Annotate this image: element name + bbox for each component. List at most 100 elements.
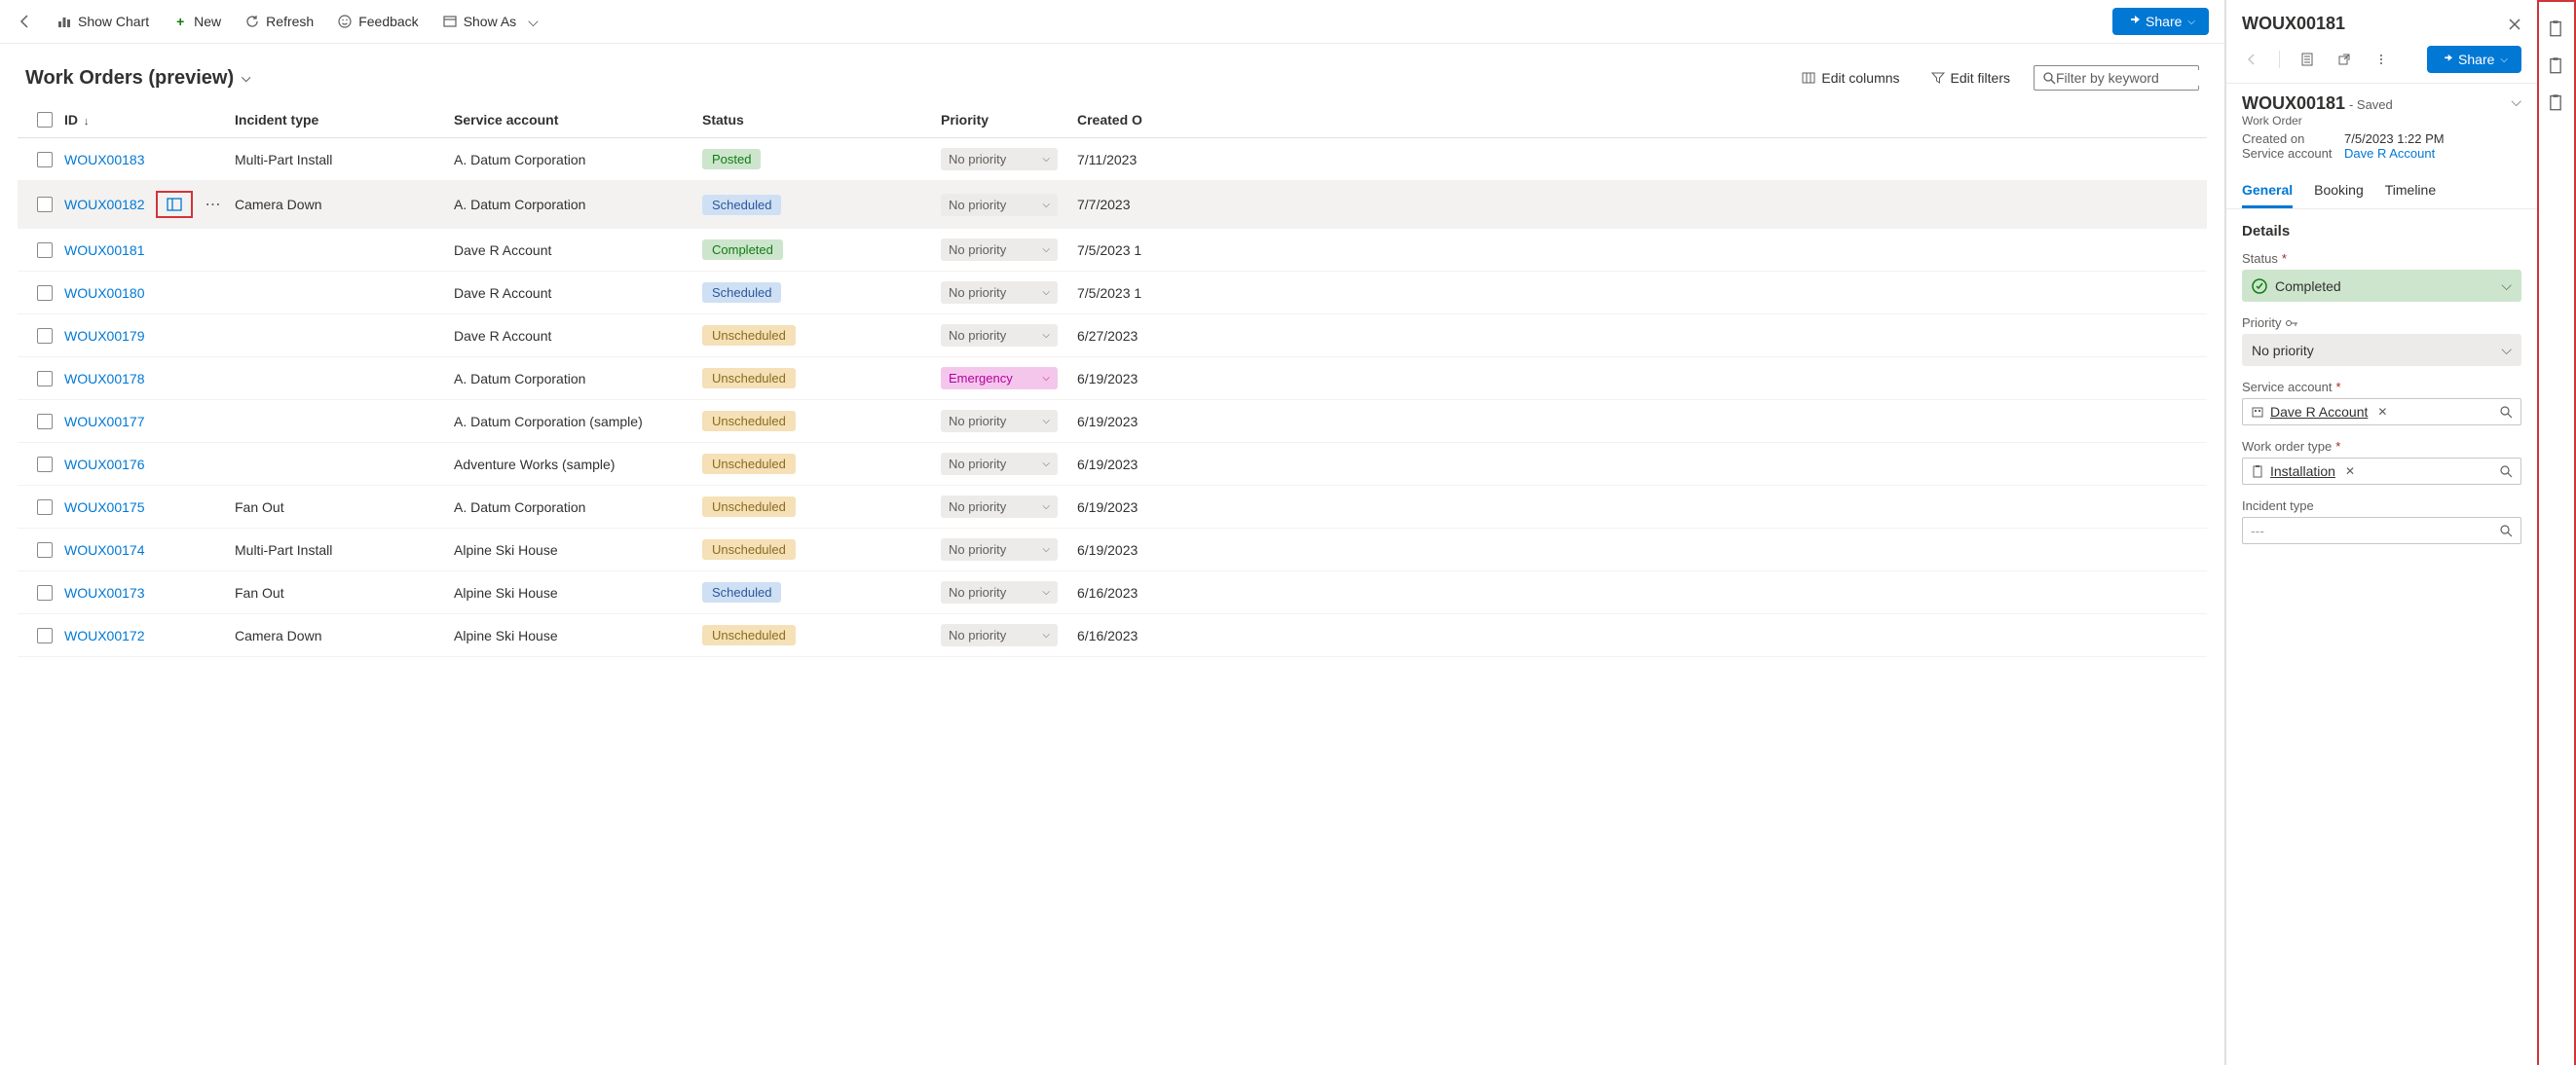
collapse-summary-button[interactable]: ⌵ — [2511, 93, 2521, 128]
refresh-button[interactable]: Refresh — [243, 10, 316, 33]
work-order-link[interactable]: WOUX00178 — [64, 371, 144, 386]
work-order-link[interactable]: WOUX00177 — [64, 414, 144, 429]
incident-type-field[interactable]: --- — [2242, 517, 2521, 544]
work-order-link[interactable]: WOUX00180 — [64, 285, 144, 301]
tab-booking[interactable]: Booking — [2314, 182, 2364, 208]
column-header-status[interactable]: Status — [702, 112, 941, 128]
work-order-link[interactable]: WOUX00183 — [64, 152, 144, 167]
column-header-created[interactable]: Created O — [1077, 112, 1145, 128]
lookup-search-icon[interactable] — [2499, 405, 2513, 419]
summary-svc-acct-link[interactable]: Dave R Account — [2344, 146, 2435, 161]
row-checkbox[interactable] — [37, 285, 53, 301]
clipboard-icon[interactable] — [2547, 56, 2566, 76]
feedback-button[interactable]: Feedback — [335, 10, 420, 33]
remove-lookup-button[interactable]: ✕ — [2345, 464, 2355, 478]
priority-select[interactable]: No priority⌵ — [941, 538, 1058, 561]
edit-filters-button[interactable]: Edit filters — [1923, 66, 2018, 90]
priority-select[interactable]: No priority⌵ — [941, 581, 1058, 604]
service-account-field[interactable]: Dave R Account ✕ — [2242, 398, 2521, 425]
row-checkbox[interactable] — [37, 457, 53, 472]
table-row[interactable]: WOUX00177A. Datum Corporation (sample)Un… — [18, 400, 2207, 443]
open-record-button[interactable] — [2297, 50, 2317, 69]
work-order-link[interactable]: WOUX00179 — [64, 328, 144, 344]
table-row[interactable]: WOUX00174Multi-Part InstallAlpine Ski Ho… — [18, 529, 2207, 571]
table-row[interactable]: WOUX00181Dave R AccountCompletedNo prior… — [18, 229, 2207, 272]
row-checkbox[interactable] — [37, 328, 53, 344]
edit-columns-button[interactable]: Edit columns — [1794, 66, 1907, 90]
filter-input[interactable] — [2056, 70, 2224, 86]
share-icon — [2441, 54, 2452, 65]
table-row[interactable]: WOUX00183Multi-Part InstallA. Datum Corp… — [18, 138, 2207, 181]
row-checkbox[interactable] — [37, 585, 53, 601]
share-button[interactable]: Share ⌵ — [2112, 8, 2209, 35]
table-row[interactable]: WOUX00180Dave R AccountScheduledNo prior… — [18, 272, 2207, 314]
row-checkbox[interactable] — [37, 628, 53, 643]
chevron-down-icon: ⌵ — [1042, 630, 1050, 641]
table-row[interactable]: WOUX00172Camera DownAlpine Ski HouseUnsc… — [18, 614, 2207, 657]
priority-select[interactable]: No priority⌵ — [941, 453, 1058, 475]
table-row[interactable]: WOUX00175Fan OutA. Datum CorporationUnsc… — [18, 486, 2207, 529]
filter-input-wrapper[interactable] — [2034, 65, 2199, 91]
close-icon — [2508, 18, 2521, 31]
row-checkbox[interactable] — [37, 414, 53, 429]
work-order-type-field[interactable]: Installation ✕ — [2242, 458, 2521, 485]
work-order-link[interactable]: WOUX00181 — [64, 242, 144, 258]
lookup-search-icon[interactable] — [2499, 524, 2513, 537]
table-row[interactable]: WOUX00176Adventure Works (sample)Unsched… — [18, 443, 2207, 486]
back-button[interactable] — [16, 12, 35, 31]
popout-button[interactable] — [2334, 50, 2354, 69]
row-checkbox[interactable] — [37, 152, 53, 167]
priority-select[interactable]: Emergency⌵ — [941, 367, 1058, 389]
tab-general[interactable]: General — [2242, 182, 2293, 208]
table-row[interactable]: WOUX00178A. Datum CorporationUnscheduled… — [18, 357, 2207, 400]
clipboard-icon[interactable] — [2547, 93, 2566, 113]
priority-select[interactable]: No priority⌵ — [941, 410, 1058, 432]
priority-select[interactable]: No priority⌵ — [941, 624, 1058, 646]
row-checkbox[interactable] — [37, 242, 53, 258]
table-row[interactable]: WOUX00179Dave R AccountUnscheduledNo pri… — [18, 314, 2207, 357]
row-checkbox[interactable] — [37, 542, 53, 558]
work-order-link[interactable]: WOUX00175 — [64, 499, 144, 515]
row-checkbox[interactable] — [37, 371, 53, 386]
table-row[interactable]: WOUX00173Fan OutAlpine Ski HouseSchedule… — [18, 571, 2207, 614]
work-order-link[interactable]: WOUX00173 — [64, 585, 144, 601]
table-row[interactable]: WOUX00182⋯Camera DownA. Datum Corporatio… — [18, 181, 2207, 229]
priority-select[interactable]: No priority⌵ — [941, 281, 1058, 304]
incident-field-label: Incident type — [2242, 498, 2314, 513]
priority-select[interactable]: No priority⌵ — [941, 324, 1058, 347]
side-share-button[interactable]: Share ⌵ — [2427, 46, 2521, 73]
work-order-link[interactable]: WOUX00176 — [64, 457, 144, 472]
clipboard-icon[interactable] — [2547, 19, 2566, 39]
priority-field-label: Priority — [2242, 315, 2281, 330]
work-order-link[interactable]: WOUX00174 — [64, 542, 144, 558]
status-field[interactable]: Completed ⌵ — [2242, 270, 2521, 302]
more-commands-button[interactable] — [2371, 50, 2391, 69]
tab-timeline[interactable]: Timeline — [2385, 182, 2436, 208]
show-chart-button[interactable]: Show Chart — [55, 10, 151, 33]
side-pane-icon[interactable] — [156, 191, 193, 218]
row-checkbox[interactable] — [37, 499, 53, 515]
priority-select[interactable]: No priority⌵ — [941, 239, 1058, 261]
view-selector[interactable]: Work Orders (preview) ⌵ — [25, 67, 250, 90]
column-header-account[interactable]: Service account — [454, 112, 702, 128]
select-all-checkbox[interactable] — [37, 112, 53, 128]
lookup-search-icon[interactable] — [2499, 464, 2513, 478]
new-button[interactable]: + New — [170, 10, 223, 33]
more-icon[interactable]: ⋯ — [205, 195, 220, 214]
work-order-link[interactable]: WOUX00172 — [64, 628, 144, 643]
column-header-priority[interactable]: Priority — [941, 112, 1077, 128]
account-cell: Dave R Account — [454, 242, 702, 258]
column-header-id[interactable]: ID ↓ — [64, 112, 235, 128]
column-header-incident[interactable]: Incident type — [235, 112, 454, 128]
priority-select[interactable]: No priority⌵ — [941, 496, 1058, 518]
svc-acct-value[interactable]: Dave R Account — [2270, 404, 2368, 420]
show-as-button[interactable]: Show As ⌵ — [440, 10, 541, 34]
work-order-link[interactable]: WOUX00182 — [64, 197, 144, 212]
wotype-value[interactable]: Installation — [2270, 463, 2335, 479]
close-button[interactable] — [2508, 18, 2521, 31]
priority-select[interactable]: No priority⌵ — [941, 194, 1058, 216]
remove-lookup-button[interactable]: ✕ — [2377, 405, 2387, 419]
row-checkbox[interactable] — [37, 197, 53, 212]
priority-field[interactable]: No priority ⌵ — [2242, 334, 2521, 366]
priority-select[interactable]: No priority⌵ — [941, 148, 1058, 170]
